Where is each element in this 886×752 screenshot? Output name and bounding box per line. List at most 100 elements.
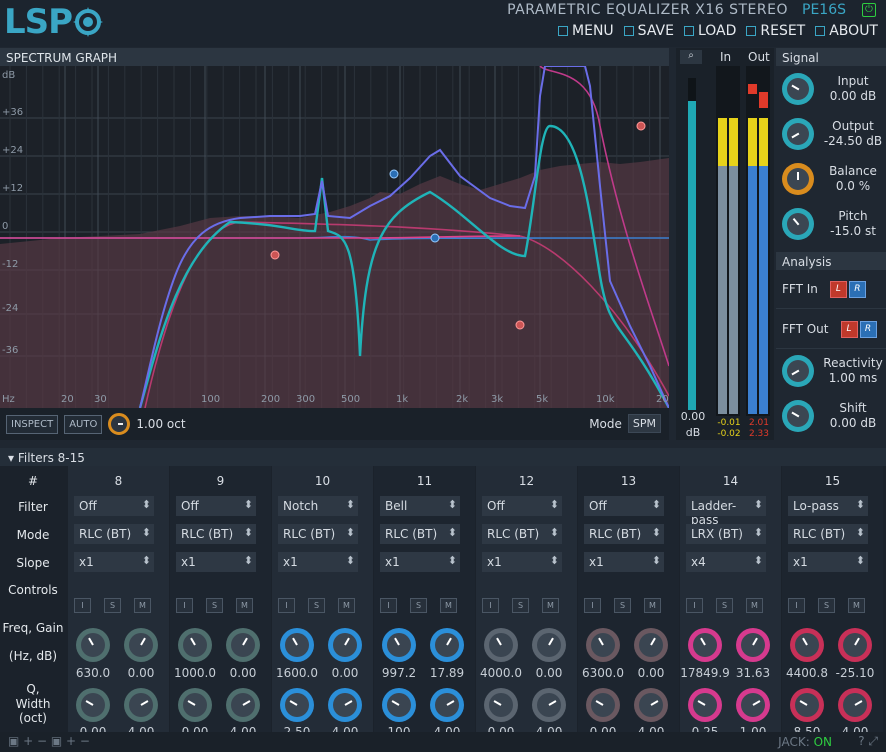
filter-slope-select[interactable]: x1 — [482, 552, 562, 572]
solo-toggle[interactable]: S — [206, 598, 223, 613]
filter-type-select[interactable]: Notch — [278, 496, 358, 516]
fft-in-right-toggle[interactable]: R — [848, 281, 866, 298]
q-knob[interactable] — [382, 688, 416, 722]
inspect-toggle[interactable]: I — [74, 598, 91, 613]
q-knob[interactable] — [790, 688, 824, 722]
menu-button[interactable]: MENU — [558, 23, 614, 39]
gain-knob[interactable] — [328, 628, 362, 662]
fft-out-left-toggle[interactable]: L — [840, 320, 858, 338]
about-button[interactable]: ABOUT — [815, 23, 878, 39]
mode-select[interactable]: SPM — [627, 414, 661, 433]
filter-dot-10[interactable] — [389, 169, 399, 179]
inspect-button[interactable]: INSPECT — [6, 414, 59, 434]
filter-dot-11[interactable] — [430, 233, 440, 243]
auto-button[interactable]: AUTO — [64, 414, 103, 434]
mute-toggle[interactable]: M — [134, 598, 151, 613]
solo-toggle[interactable]: S — [104, 598, 121, 613]
solo-toggle[interactable]: S — [308, 598, 325, 613]
width-knob[interactable] — [736, 688, 770, 722]
inspect-toggle[interactable]: I — [278, 598, 295, 613]
inspect-toggle[interactable]: I — [686, 598, 703, 613]
width-knob[interactable] — [124, 688, 158, 722]
filter-type-select[interactable]: Bell — [380, 496, 460, 516]
q-knob[interactable] — [688, 688, 722, 722]
shift-knob[interactable] — [782, 399, 814, 432]
mute-toggle[interactable]: M — [542, 598, 559, 613]
filter-mode-select[interactable]: RLC (BT) — [380, 524, 460, 544]
lsp-logo[interactable]: LSP — [4, 2, 104, 42]
width-knob[interactable] — [634, 688, 668, 722]
balance-knob[interactable] — [782, 162, 814, 195]
inspect-toggle[interactable]: I — [482, 598, 499, 613]
filter-dot-12[interactable] — [270, 250, 280, 260]
spectrum-graph[interactable]: dB +36 +24 +12 0 -12 -24 -36 20 30 100 200 300 500 1k… — [0, 66, 669, 408]
filter-slope-select[interactable]: x1 — [74, 552, 154, 572]
footer-controls[interactable]: ▣ + − ▣ + − — [8, 734, 90, 748]
filter-type-select[interactable]: Lo-pass — [788, 496, 868, 516]
freq-knob[interactable] — [790, 628, 824, 662]
load-button[interactable]: LOAD — [683, 23, 736, 39]
reactivity-knob[interactable] — [782, 355, 814, 387]
filter-mode-select[interactable]: RLC (BT) — [74, 524, 154, 544]
inspect-toggle[interactable]: I — [788, 598, 805, 613]
filters-title[interactable]: ▾ Filters 8-15 — [0, 448, 886, 466]
input-knob[interactable] — [782, 72, 814, 105]
q-knob[interactable] — [586, 688, 620, 722]
freq-knob[interactable] — [76, 628, 110, 662]
filter-slope-select[interactable]: x1 — [788, 552, 868, 572]
window-icons[interactable]: ? ⤢ — [858, 734, 878, 749]
q-knob[interactable] — [178, 688, 212, 722]
mute-toggle[interactable]: M — [644, 598, 661, 613]
gain-knob[interactable] — [226, 628, 260, 662]
width-knob[interactable] — [328, 688, 362, 722]
filter-slope-select[interactable]: x1 — [176, 552, 256, 572]
filter-dot-15[interactable] — [515, 320, 525, 330]
filter-mode-select[interactable]: RLC (BT) — [584, 524, 664, 544]
q-knob[interactable] — [280, 688, 314, 722]
q-knob[interactable] — [484, 688, 518, 722]
mute-toggle[interactable]: M — [848, 598, 865, 613]
filter-mode-select[interactable]: RLC (BT) — [788, 524, 868, 544]
filter-dot-14[interactable] — [636, 121, 646, 131]
octave-knob[interactable] — [108, 413, 131, 435]
q-knob[interactable] — [76, 688, 110, 722]
mute-toggle[interactable]: M — [440, 598, 457, 613]
zoom-icon[interactable]: ⌕ — [680, 50, 702, 64]
level-slider-track[interactable] — [688, 78, 696, 410]
freq-knob[interactable] — [484, 628, 518, 662]
gain-knob[interactable] — [634, 628, 668, 662]
gain-knob[interactable] — [532, 628, 566, 662]
fft-in-left-toggle[interactable]: L — [829, 281, 847, 298]
inspect-toggle[interactable]: I — [380, 598, 397, 613]
filter-type-select[interactable]: Off — [176, 496, 256, 516]
inspect-toggle[interactable]: I — [584, 598, 601, 613]
save-button[interactable]: SAVE — [623, 23, 674, 39]
filter-mode-select[interactable]: RLC (BT) — [482, 524, 562, 544]
solo-toggle[interactable]: S — [512, 598, 529, 613]
gain-knob[interactable] — [838, 628, 872, 662]
freq-knob[interactable] — [382, 628, 416, 662]
solo-toggle[interactable]: S — [614, 598, 631, 613]
output-knob[interactable] — [782, 117, 814, 150]
inspect-toggle[interactable]: I — [176, 598, 193, 613]
mute-toggle[interactable]: M — [338, 598, 355, 613]
freq-knob[interactable] — [586, 628, 620, 662]
width-knob[interactable] — [532, 688, 566, 722]
width-knob[interactable] — [838, 688, 872, 722]
filter-type-select[interactable]: Off — [482, 496, 562, 516]
solo-toggle[interactable]: S — [716, 598, 733, 613]
solo-toggle[interactable]: S — [818, 598, 835, 613]
solo-toggle[interactable]: S — [410, 598, 427, 613]
freq-knob[interactable] — [688, 628, 722, 662]
mute-toggle[interactable]: M — [746, 598, 763, 613]
gain-knob[interactable] — [124, 628, 158, 662]
fft-out-right-toggle[interactable]: R — [859, 320, 877, 338]
filter-mode-select[interactable]: RLC (BT) — [176, 524, 256, 544]
filter-slope-select[interactable]: x1 — [380, 552, 460, 572]
mute-toggle[interactable]: M — [236, 598, 253, 613]
gain-knob[interactable] — [430, 628, 464, 662]
gain-knob[interactable] — [736, 628, 770, 662]
filter-mode-select[interactable]: RLC (BT) — [278, 524, 358, 544]
filter-type-select[interactable]: Off — [584, 496, 664, 516]
filter-type-select[interactable]: Ladder-pass — [686, 496, 766, 527]
